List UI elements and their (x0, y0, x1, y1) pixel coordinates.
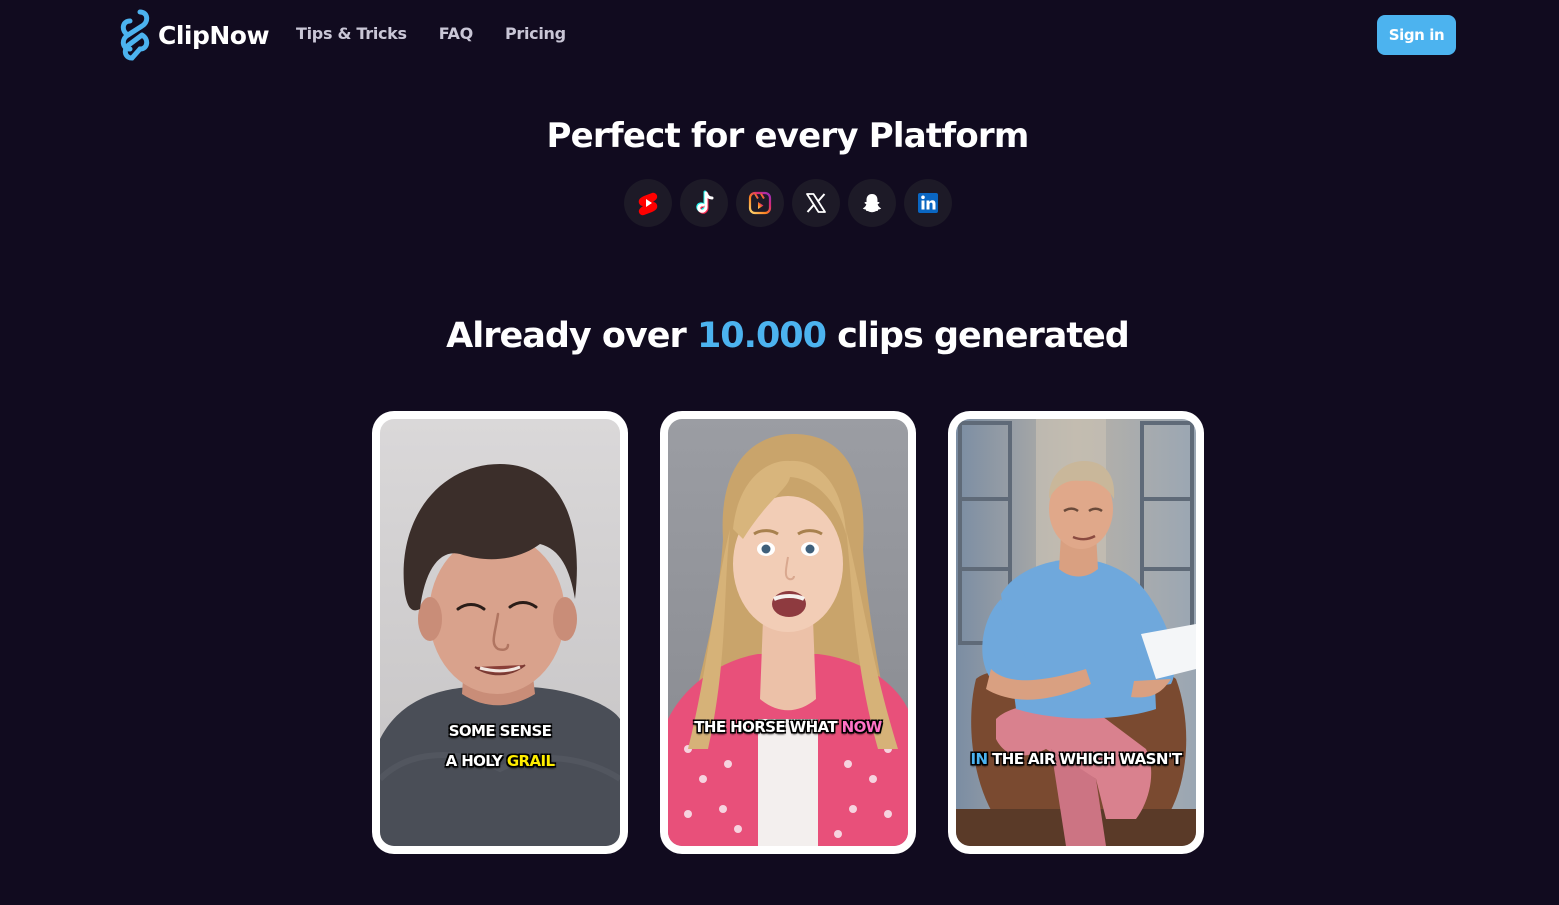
caption-line: IN THE AIR WHICH WASN'T (956, 744, 1196, 774)
caption-highlight: NOW (841, 718, 883, 736)
clip-card-3[interactable]: IN THE AIR WHICH WASN'T (948, 411, 1204, 854)
clip-image-man-talking (380, 419, 620, 846)
clipnow-logo[interactable]: ClipNow (118, 8, 270, 62)
platform-icon-row (624, 179, 952, 227)
instagram-reels-icon (736, 179, 784, 227)
x-icon (792, 179, 840, 227)
clips-heading-suffix: clips generated (826, 316, 1130, 356)
clip-thumbnail-1[interactable]: SOME SENSE A HOLY GRAIL (380, 419, 620, 846)
snapchat-icon (848, 179, 896, 227)
caption-highlight: IN (970, 750, 989, 768)
clipnow-logo-icon (120, 9, 150, 61)
caption-line: A HOLY GRAIL (380, 746, 620, 776)
clip-caption-3: IN THE AIR WHICH WASN'T (956, 744, 1196, 774)
sign-in-button[interactable]: Sign in (1377, 15, 1456, 55)
nav-link-faq[interactable]: FAQ (439, 24, 473, 43)
youtube-shorts-icon (624, 179, 672, 227)
caption-line: THE HORSE WHAT NOW (668, 712, 908, 742)
clips-heading-prefix: Already over (446, 316, 697, 356)
clip-caption-1: SOME SENSE A HOLY GRAIL (380, 716, 620, 776)
clip-image-man-reading (956, 419, 1196, 846)
clips-heading: Already over 10.000 clips generated (0, 316, 1559, 356)
clip-thumbnail-3[interactable]: IN THE AIR WHICH WASN'T (956, 419, 1196, 846)
clip-card-2[interactable]: THE HORSE WHAT NOW (660, 411, 916, 854)
logo-text: ClipNow (158, 20, 270, 50)
caption-highlight: GRAIL (506, 752, 555, 770)
clip-card-1[interactable]: SOME SENSE A HOLY GRAIL (372, 411, 628, 854)
caption-line: SOME SENSE (448, 722, 552, 740)
clip-thumbnail-2[interactable]: THE HORSE WHAT NOW (668, 419, 908, 846)
clip-caption-2: THE HORSE WHAT NOW (668, 712, 908, 742)
clip-image-woman-surprised (668, 419, 908, 846)
platforms-heading: Perfect for every Platform (546, 116, 1030, 156)
clips-count: 10.000 (696, 316, 827, 356)
caption-text: THE HORSE WHAT (694, 718, 842, 736)
linkedin-icon (904, 179, 952, 227)
caption-text: THE AIR WHICH WASN'T (987, 750, 1182, 768)
caption-text: A HOLY (445, 752, 507, 770)
nav-link-tips-tricks[interactable]: Tips & Tricks (296, 24, 407, 43)
top-navbar: ClipNow Tips & Tricks FAQ Pricing Sign i… (0, 0, 1559, 72)
nav-link-pricing[interactable]: Pricing (505, 24, 566, 43)
tiktok-icon (680, 179, 728, 227)
main-nav: Tips & Tricks FAQ Pricing (296, 24, 566, 43)
